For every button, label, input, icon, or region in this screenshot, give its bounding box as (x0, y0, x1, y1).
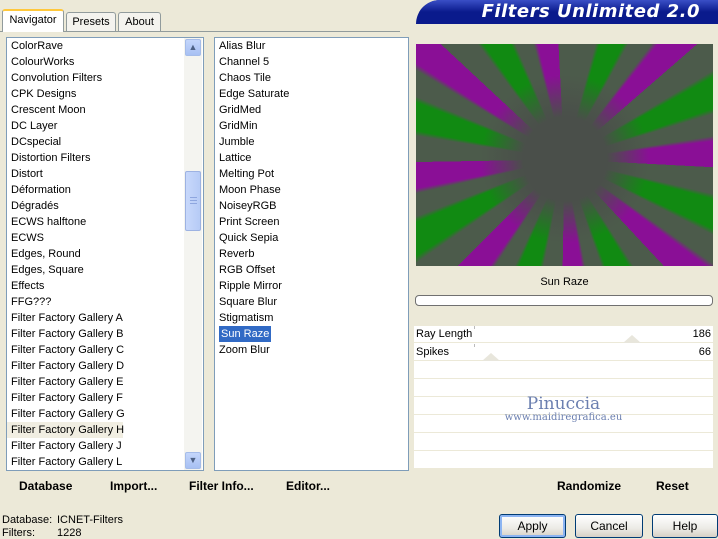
category-item[interactable]: ECWS halftone (7, 214, 86, 230)
category-item[interactable]: ColourWorks (7, 54, 74, 70)
param-value: 186 (692, 328, 711, 340)
filter-item[interactable]: Square Blur (215, 294, 277, 310)
filter-item[interactable]: Reverb (215, 246, 254, 262)
category-item[interactable]: ColorRave (7, 38, 63, 54)
tab-navigator[interactable]: Navigator (2, 9, 64, 32)
filters-info: Filters: 1228 (2, 527, 81, 539)
category-item[interactable]: ECWS (7, 230, 44, 246)
preview-image (416, 44, 713, 266)
app-title: Filters Unlimited 2.0 (481, 1, 700, 22)
category-item[interactable]: Filter Factory Gallery J (7, 438, 122, 454)
category-item[interactable]: Filter Factory Gallery A (7, 310, 123, 326)
filter-item[interactable]: Lattice (215, 150, 251, 166)
category-item[interactable]: Filter Factory Gallery L (7, 454, 122, 470)
filter-list[interactable]: Alias Blur Channel 5 Chaos Tile Edge Satura… (214, 37, 409, 471)
filter-item[interactable]: NoiseyRGB (215, 198, 276, 214)
filter-item[interactable]: Jumble (215, 134, 254, 150)
filter-info-button[interactable]: Filter Info... (189, 479, 254, 493)
category-item[interactable]: Filter Factory Gallery H (7, 422, 124, 438)
tab-about[interactable]: About (118, 12, 161, 31)
app-banner: Filters Unlimited 2.0 (416, 0, 718, 24)
param-empty-row (414, 434, 713, 451)
category-item[interactable]: Distortion Filters (7, 150, 90, 166)
category-item[interactable]: Filter Factory Gallery B (7, 326, 123, 342)
chevron-up-icon[interactable]: ▲ (185, 39, 201, 56)
filter-item[interactable]: Moon Phase (215, 182, 281, 198)
category-item[interactable]: FFG??? (7, 294, 51, 310)
chevron-down-icon[interactable]: ▼ (185, 452, 201, 469)
filter-item[interactable]: Chaos Tile (215, 70, 271, 86)
category-item[interactable]: Déformation (7, 182, 71, 198)
reset-button[interactable]: Reset (656, 479, 689, 493)
filter-item[interactable]: GridMed (215, 102, 261, 118)
category-item[interactable]: Dégradés (7, 198, 59, 214)
category-item[interactable]: Crescent Moon (7, 102, 86, 118)
watermark: Pinuccia www.maidiregrafica.eu (414, 394, 713, 423)
category-scrollbar[interactable]: ▲ ▼ (184, 38, 202, 470)
tab-presets[interactable]: Presets (66, 12, 116, 31)
category-item[interactable]: Edges, Square (7, 262, 84, 278)
editor-button[interactable]: Editor... (286, 479, 330, 493)
import-button[interactable]: Import... (110, 479, 157, 493)
category-item[interactable]: Filter Factory Gallery F (7, 390, 123, 406)
filters-value: 1228 (57, 527, 82, 539)
filter-item[interactable]: Edge Saturate (215, 86, 289, 102)
filter-item[interactable]: Melting Pot (215, 166, 274, 182)
apply-button[interactable]: Apply (499, 514, 566, 538)
filter-item[interactable]: RGB Offset (215, 262, 275, 278)
category-item[interactable]: Filter Factory Gallery G (7, 406, 125, 422)
cancel-button[interactable]: Cancel (575, 514, 643, 538)
category-item[interactable]: DCspecial (7, 134, 61, 150)
category-item[interactable]: Distort (7, 166, 43, 182)
slider-thumb[interactable] (623, 335, 641, 343)
param-empty-row (414, 452, 713, 469)
filter-item[interactable]: Ripple Mirror (215, 278, 282, 294)
filter-item[interactable]: Zoom Blur (215, 342, 270, 358)
watermark-name: Pinuccia (526, 394, 601, 414)
watermark-url: www.maidiregrafica.eu (504, 412, 623, 423)
database-button[interactable]: Database (19, 479, 72, 493)
slider-thumb[interactable] (482, 353, 500, 361)
category-item[interactable]: Effects (7, 278, 44, 294)
database-label: Database: (2, 514, 53, 526)
category-item[interactable]: DC Layer (7, 118, 57, 134)
category-item[interactable]: CPK Designs (7, 86, 76, 102)
database-value: ICNET-Filters (57, 514, 123, 526)
filter-item[interactable]: Alias Blur (215, 38, 265, 54)
category-item[interactable]: Convolution Filters (7, 70, 102, 86)
filter-item[interactable]: Sun Raze (219, 326, 272, 342)
category-item[interactable]: Filter Factory Gallery E (7, 374, 123, 390)
param-value: 66 (698, 346, 711, 358)
filters-label: Filters: (2, 527, 35, 539)
filter-item[interactable]: GridMin (215, 118, 258, 134)
param-spikes[interactable]: Spikes 66 (414, 344, 713, 361)
filter-item[interactable]: Stigmatism (215, 310, 273, 326)
filter-item[interactable]: Channel 5 (215, 54, 269, 70)
param-empty-row (414, 362, 713, 379)
filter-item[interactable]: Print Screen (215, 214, 280, 230)
selected-filter-name: Sun Raze (540, 276, 589, 288)
scrollbar-thumb[interactable] (185, 171, 201, 231)
category-item[interactable]: Filter Factory Gallery D (7, 358, 124, 374)
database-info: Database: ICNET-Filters (2, 514, 123, 526)
param-label: Spikes (416, 346, 450, 358)
help-button[interactable]: Help (652, 514, 718, 538)
category-item[interactable]: Filter Factory Gallery C (7, 342, 124, 358)
randomize-button[interactable]: Randomize (557, 479, 621, 493)
category-item[interactable]: Edges, Round (7, 246, 81, 262)
filter-item[interactable]: Quick Sepia (215, 230, 278, 246)
progress-bar (415, 295, 713, 306)
category-list[interactable]: ColorRave ColourWorks Convolution Filters C… (6, 37, 204, 471)
param-label: Ray Length (416, 328, 473, 340)
param-ray-length[interactable]: Ray Length 186 (414, 326, 713, 343)
